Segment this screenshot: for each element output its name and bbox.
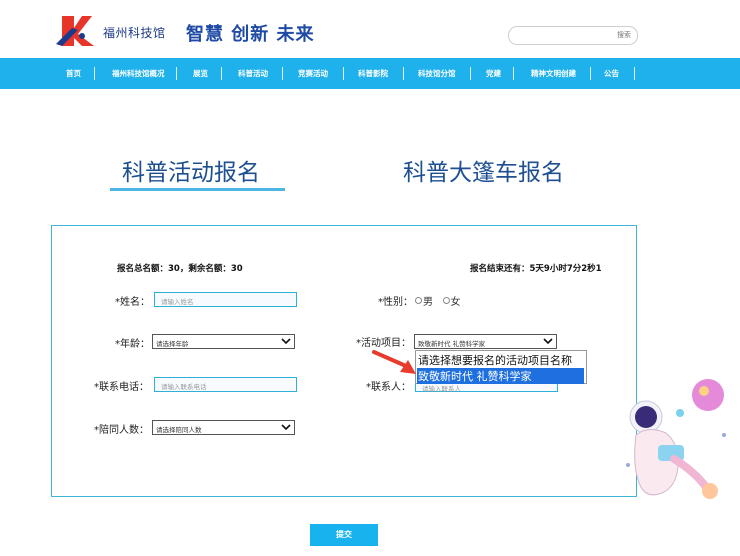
chevron-down-icon <box>281 338 291 345</box>
active-tab-underline <box>110 188 285 191</box>
main-nav: 首页 福州科技馆概况 展览 科普活动 竞赛活动 科普影院 科技馆分馆 党建 精神… <box>0 58 740 89</box>
nav-item-branches[interactable]: 科技馆分馆 <box>418 68 456 79</box>
countdown-timer: 报名结束还有：5天9小时7分2秒1 <box>470 264 602 274</box>
nav-separator <box>403 67 404 80</box>
phone-input[interactable]: 请输入联系电话 <box>154 377 297 392</box>
nav-separator <box>221 67 222 80</box>
site-header: 福州科技馆 智慧 创新 未来 搜索 <box>0 0 740 58</box>
radio-icon[interactable] <box>442 297 450 304</box>
gender-label: *性别： <box>378 297 413 308</box>
search-button[interactable]: 搜索 <box>617 30 631 40</box>
nav-item-home[interactable]: 首页 <box>66 68 81 79</box>
search-input[interactable]: 搜索 <box>508 26 638 45</box>
nav-item-civilization[interactable]: 精神文明创建 <box>531 68 576 79</box>
companions-select[interactable]: 请选择陪同人数 <box>152 420 295 435</box>
site-logo-icon[interactable] <box>52 14 96 48</box>
nav-item-notice[interactable]: 公告 <box>604 68 619 79</box>
nav-separator <box>590 67 591 80</box>
contact-placeholder: 请输入联系人 <box>422 385 461 393</box>
age-select[interactable]: 请选择年龄 <box>152 334 295 349</box>
phone-label: *联系电话： <box>94 382 149 393</box>
site-name: 福州科技馆 <box>103 26 166 40</box>
nav-item-party[interactable]: 党建 <box>486 68 501 79</box>
name-label: *姓名： <box>115 297 150 308</box>
astronaut-mascot-icon <box>626 379 726 499</box>
project-select[interactable]: 致敬新时代 礼赞科学家 <box>414 334 557 349</box>
nav-item-activities[interactable]: 科普活动 <box>238 68 268 79</box>
tab-activity-registration[interactable]: 科普活动报名 <box>122 153 260 187</box>
name-input[interactable]: 请输入姓名 <box>154 292 297 307</box>
quota-info: 报名总名额：30，剩余名额：30 <box>117 264 243 274</box>
dropdown-option-selected[interactable]: 致敬新时代 礼赞科学家 <box>417 368 584 384</box>
companions-select-value: 请选择陪同人数 <box>156 426 202 434</box>
project-label: *活动项目： <box>356 338 411 349</box>
age-select-value: 请选择年龄 <box>156 340 189 348</box>
project-select-value: 致敬新时代 礼赞科学家 <box>418 340 486 348</box>
annotation-arrow-icon <box>372 350 416 374</box>
radio-icon[interactable] <box>415 297 422 304</box>
nav-separator <box>94 67 95 80</box>
chevron-down-icon <box>281 424 291 431</box>
nav-item-overview[interactable]: 福州科技馆概况 <box>112 68 165 79</box>
age-label: *年龄： <box>115 339 150 350</box>
name-placeholder: 请输入姓名 <box>161 298 194 306</box>
tab-caravan-registration[interactable]: 科普大篷车报名 <box>403 153 564 187</box>
nav-item-exhibition[interactable]: 展览 <box>193 68 208 79</box>
companions-label: *陪同人数： <box>94 425 149 436</box>
site-slogan: 智慧 创新 未来 <box>186 24 315 45</box>
gender-female-option[interactable]: 女 <box>442 297 461 308</box>
contact-label: *联系人： <box>366 382 411 393</box>
nav-separator <box>470 67 471 80</box>
nav-separator <box>176 67 177 80</box>
nav-separator <box>634 67 635 80</box>
submit-button[interactable]: 提交 <box>310 524 378 546</box>
dropdown-option[interactable]: 请选择想要报名的活动项目名称 <box>418 352 572 368</box>
nav-item-cinema[interactable]: 科普影院 <box>358 68 388 79</box>
gender-male-option[interactable]: 男 <box>415 297 433 308</box>
nav-item-competition[interactable]: 竞赛活动 <box>298 68 328 79</box>
nav-separator <box>343 67 344 80</box>
gender-radio-group: 男 女 <box>415 293 461 308</box>
nav-separator <box>282 67 283 80</box>
chevron-down-icon <box>543 338 553 345</box>
nav-separator <box>513 67 514 80</box>
phone-placeholder: 请输入联系电话 <box>161 383 207 391</box>
project-dropdown-list: 请选择想要报名的活动项目名称 致敬新时代 礼赞科学家 <box>415 350 587 384</box>
